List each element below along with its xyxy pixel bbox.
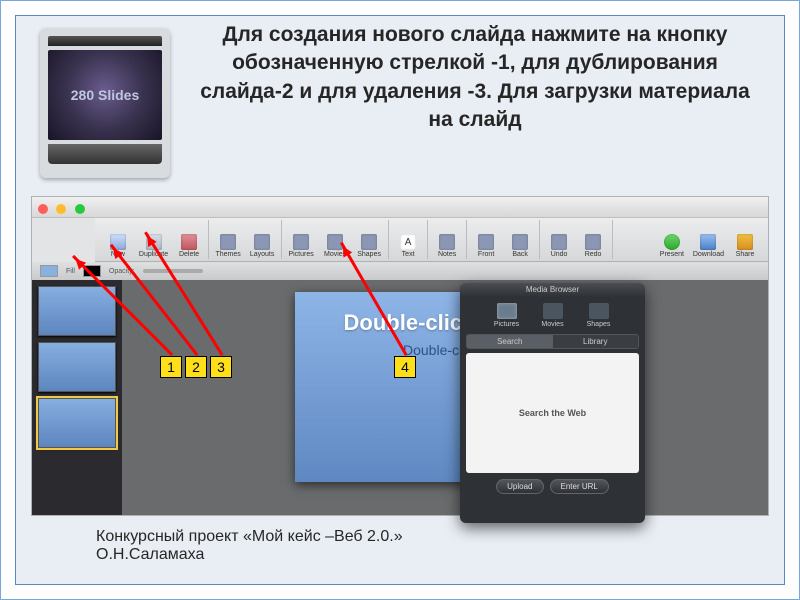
themes-button[interactable]: Themes [213,233,243,259]
logo-card: 280 Slides [40,28,170,178]
page-inner: 280 Slides Для создания нового слайда на… [15,15,785,585]
layouts-label: Layouts [250,251,275,258]
redo-label: Redo [585,251,602,258]
front-button[interactable]: Front [471,233,501,259]
layouts-icon [254,234,270,250]
mb-tab-pictures-label: Pictures [494,321,519,328]
media-browser-subtabs: Search Library [466,334,639,349]
shapes-label: Shapes [357,251,381,258]
work-area: Double-click to add Double-click t [32,280,768,515]
themes-icon [220,234,236,250]
present-icon [664,234,680,250]
layouts-button[interactable]: Layouts [247,233,277,259]
redo-button[interactable]: Redo [578,233,608,259]
pictures-icon [293,234,309,250]
slide-thumb-1[interactable] [38,286,116,336]
movies-icon [543,303,563,319]
mb-subtab-search[interactable]: Search [467,335,553,348]
upload-button[interactable]: Upload [496,479,543,494]
page-outer: 280 Slides Для создания нового слайда на… [0,0,800,600]
pictures-icon [497,303,517,319]
main-toolbar: New Duplicate Delete Themes Layouts Pict… [95,218,768,262]
callout-1: 1 [160,356,182,378]
back-icon [512,234,528,250]
shapes-icon [589,303,609,319]
text-icon: A [400,234,416,250]
media-browser[interactable]: Media Browser Pictures Movies Shapes Sea… [460,283,645,523]
enter-url-button[interactable]: Enter URL [550,479,609,494]
mb-subtab-library[interactable]: Library [553,335,639,348]
download-label: Download [693,251,724,258]
delete-slide-button[interactable]: Delete [174,233,204,259]
fill-label: Fill [66,268,75,275]
footer-line-1: Конкурсный проект «Мой кейс –Веб 2.0.» [96,528,403,546]
pictures-label: Pictures [288,251,313,258]
logo-hanger [48,36,162,46]
mb-tab-movies-label: Movies [541,321,563,328]
delete-label: Delete [179,251,199,258]
slide-canvas: Double-click to add Double-click t [122,280,768,515]
themes-label: Themes [215,251,240,258]
duplicate-label: Duplicate [139,251,168,258]
undo-label: Undo [551,251,568,258]
download-icon [700,234,716,250]
front-label: Front [478,251,494,258]
share-label: Share [736,251,755,258]
redo-icon [585,234,601,250]
pictures-button[interactable]: Pictures [286,233,316,259]
text-label: Text [402,251,415,258]
download-button[interactable]: Download [691,233,726,259]
media-browser-title: Media Browser [460,283,645,297]
undo-button[interactable]: Undo [544,233,574,259]
mb-tab-pictures[interactable]: Pictures [484,303,530,328]
back-label: Back [512,251,528,258]
shapes-icon [361,234,377,250]
close-icon[interactable] [38,204,48,214]
media-browser-body[interactable]: Search the Web [466,353,639,473]
footer-line-2: О.Н.Саламаха [96,546,403,564]
present-label: Present [660,251,684,258]
callout-4: 4 [394,356,416,378]
back-button[interactable]: Back [505,233,535,259]
front-icon [478,234,494,250]
footer-text: Конкурсный проект «Мой кейс –Веб 2.0.» О… [96,528,403,564]
fill-swatch[interactable] [40,265,58,277]
mb-tab-movies[interactable]: Movies [530,303,576,328]
text-button[interactable]: AText [393,233,423,259]
mb-tab-shapes-label: Shapes [587,321,611,328]
shapes-button[interactable]: Shapes [354,233,384,259]
logo-base [48,144,162,164]
media-browser-tabs: Pictures Movies Shapes [460,297,645,332]
delete-icon [181,234,197,250]
mb-tab-shapes[interactable]: Shapes [576,303,622,328]
present-button[interactable]: Present [657,233,687,259]
notes-icon [439,234,455,250]
notes-label: Notes [438,251,456,258]
undo-icon [551,234,567,250]
slide-thumb-2[interactable] [38,342,116,392]
options-bar: Fill Opacity: [32,262,768,281]
callout-3: 3 [210,356,232,378]
window-titlebar [32,197,768,218]
instruction-headline: Для создания нового слайда нажмите на кн… [191,21,759,134]
notes-button[interactable]: Notes [432,233,462,259]
slide-thumb-3[interactable] [38,398,116,448]
zoom-icon[interactable] [75,204,85,214]
logo-screen: 280 Slides [48,50,162,140]
slide-panel [32,280,122,515]
share-button[interactable]: Share [730,233,760,259]
share-icon [737,234,753,250]
minimize-icon[interactable] [56,204,66,214]
media-browser-footer: Upload Enter URL [460,473,645,500]
callout-2: 2 [185,356,207,378]
